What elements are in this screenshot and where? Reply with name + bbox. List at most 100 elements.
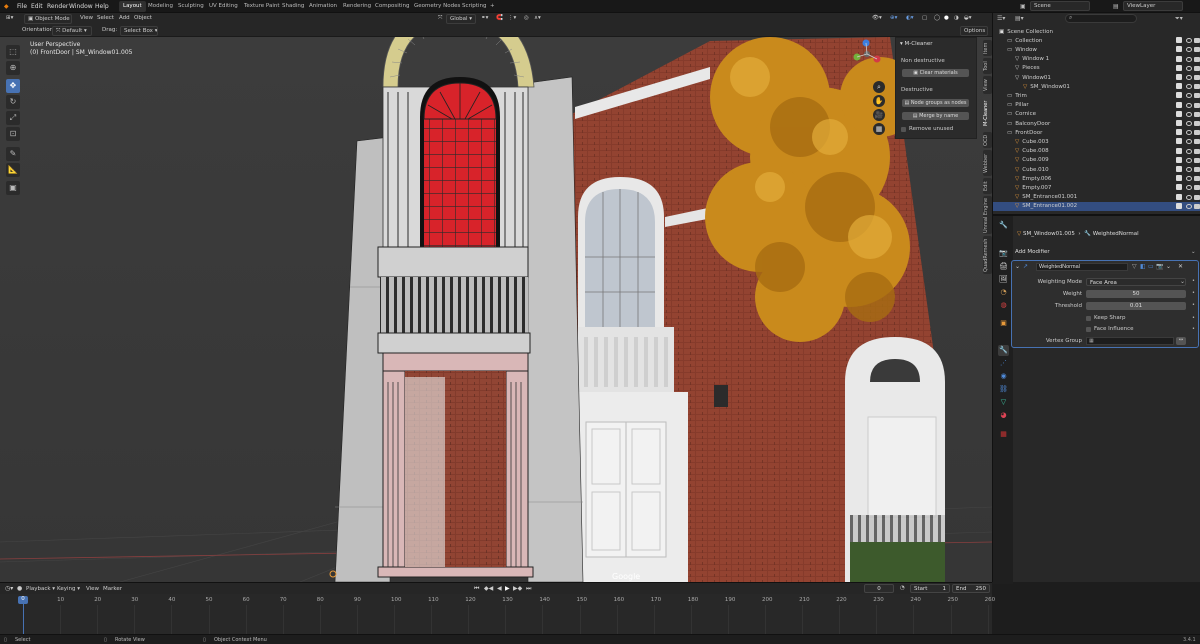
sidebar-tab-tool[interactable]: Tool <box>983 58 992 74</box>
constraints-tab-icon[interactable]: ⛓ <box>998 384 1009 395</box>
output-tab-icon[interactable]: 🖨 <box>998 261 1009 272</box>
threshold-field[interactable]: 0.01 <box>1086 302 1186 310</box>
collection-checkbox[interactable] <box>1176 156 1182 163</box>
visibility-eye-icon[interactable] <box>1186 56 1192 62</box>
visibility-eye-icon[interactable] <box>1186 47 1192 53</box>
world-tab-icon[interactable]: ◍ <box>998 300 1009 311</box>
tab-sculpting[interactable]: Sculpting <box>174 1 208 12</box>
render-camera-icon[interactable] <box>1194 157 1200 163</box>
collection-checkbox[interactable] <box>1176 138 1182 145</box>
tab-uv-editing[interactable]: UV Editing <box>205 1 242 12</box>
tab-compositing[interactable]: Compositing <box>371 1 413 12</box>
collapse-chevron-icon[interactable]: ⌄ <box>1015 263 1020 270</box>
add-modifier-chevron-icon[interactable]: ⌄ <box>1191 249 1196 255</box>
remove-modifier-icon[interactable]: ✕ <box>1178 263 1183 270</box>
view-layer-icon[interactable]: ▤ <box>1113 3 1119 10</box>
proportional-edit-icon[interactable]: ◎ <box>524 15 529 21</box>
collection-checkbox[interactable] <box>1176 110 1182 117</box>
add-modifier-button[interactable]: Add Modifier <box>1015 249 1050 255</box>
collection-checkbox[interactable] <box>1176 175 1182 182</box>
render-camera-icon[interactable] <box>1194 148 1200 154</box>
collection-checkbox[interactable] <box>1176 74 1182 80</box>
outliner-row[interactable]: ▽ Empty.007 <box>993 183 1200 192</box>
overlay-toggle-icon[interactable]: ◐▾ <box>906 15 914 21</box>
collection-checkbox[interactable] <box>1176 193 1182 200</box>
remove-unused-checkbox[interactable]: Remove unused <box>901 126 953 132</box>
edit-mode-icon[interactable]: ◧ <box>1140 263 1146 270</box>
sidebar-tab-view[interactable]: View <box>983 76 992 94</box>
visibility-eye-icon[interactable] <box>1186 203 1192 209</box>
render-camera-icon[interactable] <box>1194 121 1200 126</box>
viewport-menu-add[interactable]: Add <box>119 15 130 21</box>
sidebar-tab-quadremesh[interactable]: QuadRemesh <box>983 236 992 274</box>
shading-rendered-icon[interactable]: ◒▾ <box>964 15 972 21</box>
mode-selector[interactable]: ▣ Object Mode ▾ <box>24 14 72 24</box>
sidebar-tab-item[interactable]: Item <box>983 40 992 56</box>
perspective-toggle-icon[interactable]: ▦ <box>873 123 885 135</box>
visibility-eye-icon[interactable] <box>1186 130 1192 136</box>
material-tab-icon[interactable]: ◕ <box>998 410 1009 421</box>
render-camera-icon[interactable] <box>1194 203 1200 209</box>
render-camera-icon[interactable] <box>1194 130 1200 136</box>
transform-orientation-selector[interactable]: Global ▾ <box>446 14 476 24</box>
viewport-menu-select[interactable]: Select <box>97 15 114 21</box>
outliner-row[interactable]: ▭ Trim <box>993 91 1200 100</box>
modifier-menu-icon[interactable]: ⌄ <box>1166 263 1171 270</box>
render-camera-icon[interactable] <box>1194 84 1200 90</box>
keep-sharp-checkbox[interactable]: Keep Sharp <box>1086 315 1125 321</box>
menu-render[interactable]: Render <box>47 3 68 10</box>
render-camera-icon[interactable] <box>1194 38 1200 44</box>
tab-animation[interactable]: Animation <box>305 1 341 12</box>
snap-icon[interactable]: 🧲 <box>496 15 503 21</box>
move-tool-icon[interactable]: ✥ <box>6 79 20 93</box>
add-cube-tool-icon[interactable]: ▣ <box>6 181 20 195</box>
object-tab-icon[interactable]: ▣ <box>998 318 1009 329</box>
visibility-eye-icon[interactable] <box>1186 185 1192 191</box>
pivot-icon[interactable]: ⚭▾ <box>481 15 488 21</box>
visibility-eye-icon[interactable] <box>1186 75 1192 80</box>
outliner-row[interactable]: ▽ Cube.010 <box>993 165 1200 174</box>
outliner-row[interactable]: ▭ Window <box>993 45 1200 54</box>
data-tab-icon[interactable]: ▽ <box>998 397 1009 408</box>
visibility-eye-icon[interactable] <box>1186 84 1192 90</box>
weight-field[interactable]: 50 <box>1086 290 1186 298</box>
outliner-display-mode-icon[interactable]: ▤▾ <box>1015 15 1024 22</box>
outliner-row[interactable]: ▽ SM_Entrance01.001 <box>993 193 1200 202</box>
outliner-row[interactable]: ▽ Empty.006 <box>993 174 1200 183</box>
tab-texture-paint[interactable]: Texture Paint <box>240 1 284 12</box>
playhead[interactable]: 0 <box>18 596 28 604</box>
menu-window[interactable]: Window <box>69 3 93 10</box>
snap-target-icon[interactable]: ⋮▾ <box>508 15 516 21</box>
face-influence-checkbox[interactable]: Face Influence <box>1086 326 1134 332</box>
scale-tool-icon[interactable]: ⤢ <box>6 111 20 125</box>
rotate-tool-icon[interactable]: ↻ <box>6 95 20 109</box>
node-groups-button[interactable]: ▤ Node groups as nodes <box>902 99 969 107</box>
outliner-row[interactable]: ▣ Scene Collection <box>993 27 1200 36</box>
shading-material-icon[interactable]: ◑ <box>954 15 959 21</box>
visibility-eye-icon[interactable] <box>1186 93 1192 99</box>
keyframe-dot-icon[interactable]: • <box>1192 326 1195 332</box>
render-camera-icon[interactable] <box>1194 93 1200 99</box>
shading-wireframe-icon[interactable]: ◯ <box>934 15 940 21</box>
render-camera-icon[interactable] <box>1194 176 1200 182</box>
collection-checkbox[interactable] <box>1176 64 1182 71</box>
timeline-ruler[interactable]: 0 10 20 30 40 50 60 70 80 90 100 110 120 130 140 150 160… <box>0 583 995 635</box>
visibility-icon[interactable]: 👁▾ <box>872 15 882 21</box>
invert-vertex-group-icon[interactable]: ↔ <box>1176 337 1186 345</box>
on-cage-icon[interactable]: ▽ <box>1132 263 1137 270</box>
outliner-row[interactable]: ▽ Cube.008 <box>993 147 1200 156</box>
view-layer-selector[interactable]: ViewLayer <box>1123 1 1183 11</box>
viewport-menu-view[interactable]: View <box>80 15 93 21</box>
outliner-row[interactable]: ▽ SM_Window01 <box>993 82 1200 91</box>
sidebar-tab-unreal-engine[interactable]: Unreal Engine <box>983 196 992 234</box>
falloff-icon[interactable]: ∧▾ <box>534 15 541 21</box>
viewport-menu-object[interactable]: Object <box>134 15 152 21</box>
collection-checkbox[interactable] <box>1176 37 1182 44</box>
modifier-tab-icon[interactable]: 🔧 <box>998 345 1009 356</box>
navigation-gizmo[interactable] <box>852 39 882 69</box>
tab-layout[interactable]: Layout <box>119 1 146 12</box>
options-button[interactable]: Options ▾ <box>960 26 988 36</box>
visibility-eye-icon[interactable] <box>1186 157 1192 163</box>
viewport-display-icon[interactable]: ▭ <box>1148 263 1154 270</box>
camera-view-icon[interactable]: 🎥 <box>873 109 885 121</box>
